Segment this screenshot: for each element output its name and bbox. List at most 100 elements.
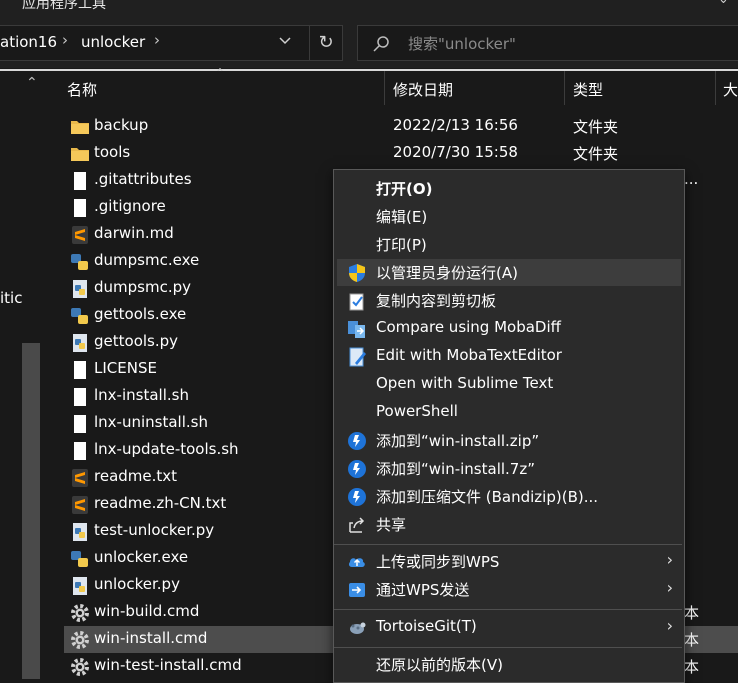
- file-name: win-install.cmd: [94, 629, 208, 647]
- file-name: unlocker.exe: [94, 548, 189, 566]
- menu-item-copy-to-clipboard[interactable]: 复制内容到剪切板: [337, 287, 681, 314]
- file-icon: [70, 198, 90, 218]
- menu-item-label: Compare using MobaDiff: [376, 318, 561, 336]
- column-header-date[interactable]: 修改日期: [393, 79, 453, 100]
- folder-icon: [70, 117, 90, 137]
- menu-item-print[interactable]: 打印(P): [337, 231, 681, 258]
- column-header-name[interactable]: 名称: [67, 79, 97, 100]
- ribbon-strip: 应用程序工具 ⌄: [0, 0, 738, 18]
- sublime-icon: [70, 495, 90, 515]
- file-name: test-unlocker.py: [94, 521, 215, 539]
- file-name: .gitignore: [94, 197, 166, 215]
- breadcrumb-chevron-icon[interactable]: ›: [62, 31, 68, 49]
- menu-item-mobatexteditor[interactable]: Edit with MobaTextEditor: [337, 343, 681, 370]
- file-name: readme.txt: [94, 467, 178, 485]
- file-name: lnx-install.sh: [94, 386, 189, 404]
- menu-item-share[interactable]: 共享: [337, 511, 681, 538]
- menu-item-edit[interactable]: 编辑(E): [337, 203, 681, 230]
- file-name: tools: [94, 143, 131, 161]
- column-header-type[interactable]: 类型: [573, 79, 603, 100]
- folder-icon: [70, 144, 90, 164]
- menu-separator: [334, 544, 682, 545]
- menu-item-add-7z[interactable]: 添加到“win-install.7z”: [337, 455, 681, 482]
- tortoisegit-icon: [347, 618, 367, 638]
- file-name: darwin.md: [94, 224, 174, 242]
- python-icon: [70, 576, 90, 596]
- address-dropdown-chevron-icon[interactable]: [278, 33, 292, 51]
- python-icon: [70, 333, 90, 353]
- menu-item-open[interactable]: 打开(O): [337, 175, 681, 202]
- menu-item-label: 打印(P): [376, 236, 427, 254]
- python-icon: [70, 522, 90, 542]
- file-name: gettools.exe: [94, 305, 187, 323]
- column-divider[interactable]: [384, 71, 385, 105]
- breadcrumb-chevron-icon[interactable]: ›: [154, 31, 160, 49]
- file-name: win-build.cmd: [94, 602, 200, 620]
- menu-item-label: 通过WPS发送: [376, 581, 470, 599]
- menu-separator: [334, 609, 682, 610]
- bandizip-icon: [347, 431, 367, 451]
- sort-ascending-icon: ⌃: [215, 66, 226, 80]
- menu-separator: [334, 647, 682, 648]
- wps-send-icon: [347, 580, 367, 600]
- submenu-chevron-icon: ›: [666, 550, 673, 569]
- menu-item-mobadiff[interactable]: Compare using MobaDiff: [337, 315, 681, 342]
- search-box[interactable]: 搜索"unlocker": [357, 25, 738, 61]
- file-row[interactable]: backup 2022/2/13 16:56 文件夹: [64, 113, 738, 140]
- gear-icon: [70, 630, 90, 650]
- context-menu: 打开(O) 编辑(E) 打印(P) 以管理员身份运行(A) 复制内容到剪切板 C…: [333, 169, 685, 683]
- navigation-pane: ⌃ itic: [0, 71, 42, 679]
- column-header-size[interactable]: 大: [723, 79, 738, 100]
- file-row[interactable]: tools 2020/7/30 15:58 文件夹: [64, 140, 738, 167]
- breadcrumb-parent[interactable]: ation16: [0, 33, 57, 51]
- address-bar[interactable]: ation16 › unlocker › ↻: [0, 25, 343, 61]
- mobadiff-icon: [347, 319, 367, 339]
- file-icon: [70, 360, 90, 380]
- file-date: 2020/7/30 15:58: [393, 143, 518, 161]
- column-divider[interactable]: [564, 71, 565, 105]
- menu-item-restore-previous[interactable]: 还原以前的版本(V): [337, 651, 681, 678]
- refresh-icon[interactable]: ↻: [309, 26, 342, 60]
- menu-item-label: 共享: [376, 516, 407, 534]
- menu-item-label: 打开(O): [376, 180, 433, 198]
- cloud-upload-icon: [347, 552, 367, 572]
- menu-item-tortoisegit[interactable]: TortoiseGit(T) ›: [337, 614, 681, 641]
- python-exe-icon: [70, 252, 90, 272]
- menu-item-label: Open with Sublime Text: [376, 374, 554, 392]
- menu-item-add-archive-bandizip[interactable]: 添加到压缩文件 (Bandizip)(B)...: [337, 483, 681, 510]
- menu-item-label: PowerShell: [376, 402, 458, 420]
- clipboard-icon: [347, 291, 367, 311]
- menu-item-wps-send[interactable]: 通过WPS发送 ›: [337, 576, 681, 603]
- menu-item-wps-upload[interactable]: 上传或同步到WPS ›: [337, 548, 681, 575]
- bandizip-icon: [347, 487, 367, 507]
- menu-item-open-sublime[interactable]: Open with Sublime Text: [337, 371, 681, 398]
- nav-scrollbar[interactable]: [22, 343, 40, 679]
- column-divider[interactable]: [715, 71, 716, 105]
- file-extra: 本: [684, 658, 700, 676]
- column-header-row: ⌃ 名称 修改日期 类型 大: [42, 66, 738, 105]
- ribbon-tab-app-tools[interactable]: 应用程序工具: [22, 0, 106, 13]
- file-name: backup: [94, 116, 149, 134]
- search-input[interactable]: 搜索"unlocker": [408, 33, 516, 54]
- menu-item-label: 编辑(E): [376, 208, 428, 226]
- file-icon: [70, 414, 90, 434]
- nav-item-partial[interactable]: itic: [0, 289, 22, 307]
- menu-item-label: 上传或同步到WPS: [376, 553, 500, 571]
- file-icon: [70, 171, 90, 191]
- menu-item-run-as-admin[interactable]: 以管理员身份运行(A): [337, 259, 681, 286]
- file-name: unlocker.py: [94, 575, 180, 593]
- address-row: ation16 › unlocker › ↻ 搜索"unlocker": [0, 18, 738, 68]
- file-name: dumpsmc.exe: [94, 251, 200, 269]
- nav-collapse-chevron-icon[interactable]: ⌃: [26, 75, 38, 91]
- ribbon-expand-chevron-icon[interactable]: ⌄: [718, 0, 736, 10]
- file-name: readme.zh-CN.txt: [94, 494, 227, 512]
- breadcrumb-current[interactable]: unlocker: [81, 33, 145, 51]
- menu-item-label: 以管理员身份运行(A): [376, 264, 518, 282]
- file-icon: [70, 441, 90, 461]
- file-extra: ...: [684, 170, 699, 188]
- menu-item-powershell[interactable]: PowerShell: [337, 399, 681, 426]
- menu-item-add-zip[interactable]: 添加到“win-install.zip”: [337, 427, 681, 454]
- python-exe-icon: [70, 549, 90, 569]
- file-name: dumpsmc.py: [94, 278, 192, 296]
- menu-item-label: 添加到“win-install.7z”: [376, 460, 535, 478]
